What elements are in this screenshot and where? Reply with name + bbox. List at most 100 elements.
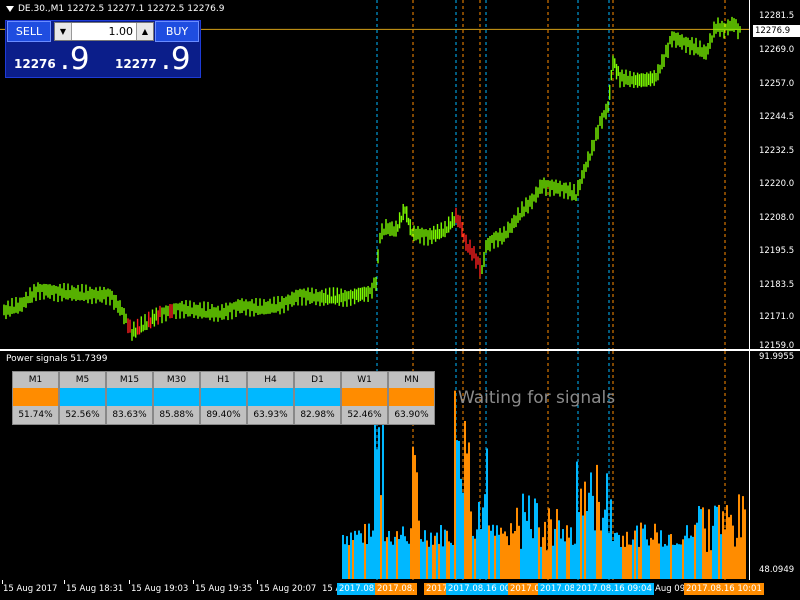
signal-bar xyxy=(432,544,434,579)
signal-bar xyxy=(518,525,520,579)
timeframe-label: D1 xyxy=(295,372,340,388)
signal-bar xyxy=(360,533,362,579)
signal-bar xyxy=(468,442,470,579)
signal-bar xyxy=(402,526,404,579)
signal-bar xyxy=(726,505,728,579)
signal-bar xyxy=(440,525,442,579)
price-tick: 12220.0 xyxy=(759,179,795,189)
signal-percent: 89.40% xyxy=(201,406,246,424)
signal-bar xyxy=(484,494,486,579)
buy-price-display[interactable]: 12277 .9 xyxy=(109,41,203,77)
sell-button[interactable]: SELL xyxy=(7,21,51,42)
time-label: 15 Aug 18:31 xyxy=(66,584,124,594)
lot-increase-icon[interactable]: ▲ xyxy=(136,23,153,40)
price-axis[interactable]: 12281.5 12276.9 12269.0 12257.0 12244.5 … xyxy=(749,0,800,351)
signal-bar xyxy=(728,517,730,579)
timeframe-label: H1 xyxy=(201,372,246,388)
signal-bar xyxy=(644,524,646,579)
price-chart[interactable]: DE.30.,M1 12272.5 12277.1 12272.5 12276.… xyxy=(0,0,800,351)
signal-bar xyxy=(664,543,666,579)
signal-bar xyxy=(730,514,732,579)
signal-percent: 63.93% xyxy=(248,406,293,424)
signal-bar xyxy=(570,527,572,579)
signal-bar xyxy=(700,509,702,579)
time-tick xyxy=(193,580,194,584)
timeframe-cell-m1: M1 51.74% xyxy=(12,371,59,425)
signal-bar xyxy=(466,453,468,579)
signal-bar xyxy=(708,509,710,579)
signal-bar xyxy=(486,448,488,579)
signal-bar xyxy=(418,520,420,579)
signal-bar xyxy=(470,511,472,579)
signal-time-tag: 2017.08.16 10:01 xyxy=(684,583,764,595)
signal-color-box xyxy=(248,388,293,406)
signal-bar xyxy=(356,534,358,579)
signal-bar xyxy=(666,545,668,579)
price-tick: 12269.0 xyxy=(759,45,795,55)
signal-bar xyxy=(512,533,514,579)
signal-bar xyxy=(478,501,480,579)
timeframe-cell-m15: M15 83.63% xyxy=(106,371,153,425)
signal-bar xyxy=(602,517,604,579)
lot-size-stepper[interactable]: ▼ 1.00 ▲ xyxy=(54,22,154,41)
signal-bar xyxy=(452,544,454,579)
price-axis-line xyxy=(749,0,750,350)
signal-bar xyxy=(588,492,590,579)
signal-bar xyxy=(482,507,484,579)
signal-bar xyxy=(436,532,438,579)
indicator-axis[interactable]: 91.9955 48.0949 xyxy=(749,351,800,580)
sell-price-display[interactable]: 12276 .9 xyxy=(8,41,102,77)
signal-bar xyxy=(554,528,556,579)
power-signals-panel[interactable]: Power signals 51.7399 M1 51.74% M5 52.56… xyxy=(0,351,800,580)
signal-bar xyxy=(516,507,518,579)
signal-bar xyxy=(732,525,734,579)
signal-bar xyxy=(460,478,462,579)
price-tick: 12183.5 xyxy=(759,280,795,290)
indicator-max-tick: 91.9955 xyxy=(759,352,795,362)
signal-bar xyxy=(464,421,466,579)
signal-bar xyxy=(394,536,396,579)
buy-button[interactable]: BUY xyxy=(155,21,199,42)
symbol-dropdown-icon[interactable] xyxy=(6,6,14,12)
signal-bar xyxy=(574,543,576,579)
signal-bar xyxy=(450,542,452,579)
signal-bar xyxy=(648,545,650,579)
signal-percent: 52.56% xyxy=(60,406,105,424)
signal-bar xyxy=(416,472,418,579)
signal-bar xyxy=(566,525,568,579)
signal-bar xyxy=(584,481,586,579)
signal-bar xyxy=(370,536,372,579)
signal-bar xyxy=(624,546,626,579)
signal-bar xyxy=(690,535,692,579)
signal-bar xyxy=(458,440,460,579)
signal-bar xyxy=(630,544,632,579)
signal-bar xyxy=(668,534,670,579)
signal-bar xyxy=(606,473,608,579)
signal-bar xyxy=(420,539,422,579)
signal-bar xyxy=(546,550,548,579)
signal-bar xyxy=(558,520,560,579)
signal-bar xyxy=(346,536,348,579)
signal-bar xyxy=(376,449,378,579)
signal-bar xyxy=(480,529,482,579)
signal-bar xyxy=(632,539,634,579)
signal-bar xyxy=(656,532,658,579)
signal-color-box xyxy=(107,388,152,406)
signal-bar xyxy=(586,511,588,579)
signal-bar xyxy=(686,525,688,579)
lot-decrease-icon[interactable]: ▼ xyxy=(55,23,72,40)
signal-bar xyxy=(600,530,602,579)
signal-bar xyxy=(710,550,712,579)
lot-size-input[interactable]: 1.00 xyxy=(73,23,134,40)
signal-bar xyxy=(580,488,582,579)
signal-time-tag: 2017.08 xyxy=(337,583,377,595)
signal-percent: 83.63% xyxy=(107,406,152,424)
signal-bar xyxy=(660,530,662,579)
signal-bar xyxy=(590,472,592,579)
time-axis[interactable]: 15 Aug 2017 15 Aug 18:31 15 Aug 19:03 15… xyxy=(0,580,800,600)
signal-bar xyxy=(488,525,490,579)
signal-bar xyxy=(396,531,398,579)
signal-bar xyxy=(344,544,346,579)
signal-bar xyxy=(742,496,744,579)
signal-bar xyxy=(578,512,580,579)
